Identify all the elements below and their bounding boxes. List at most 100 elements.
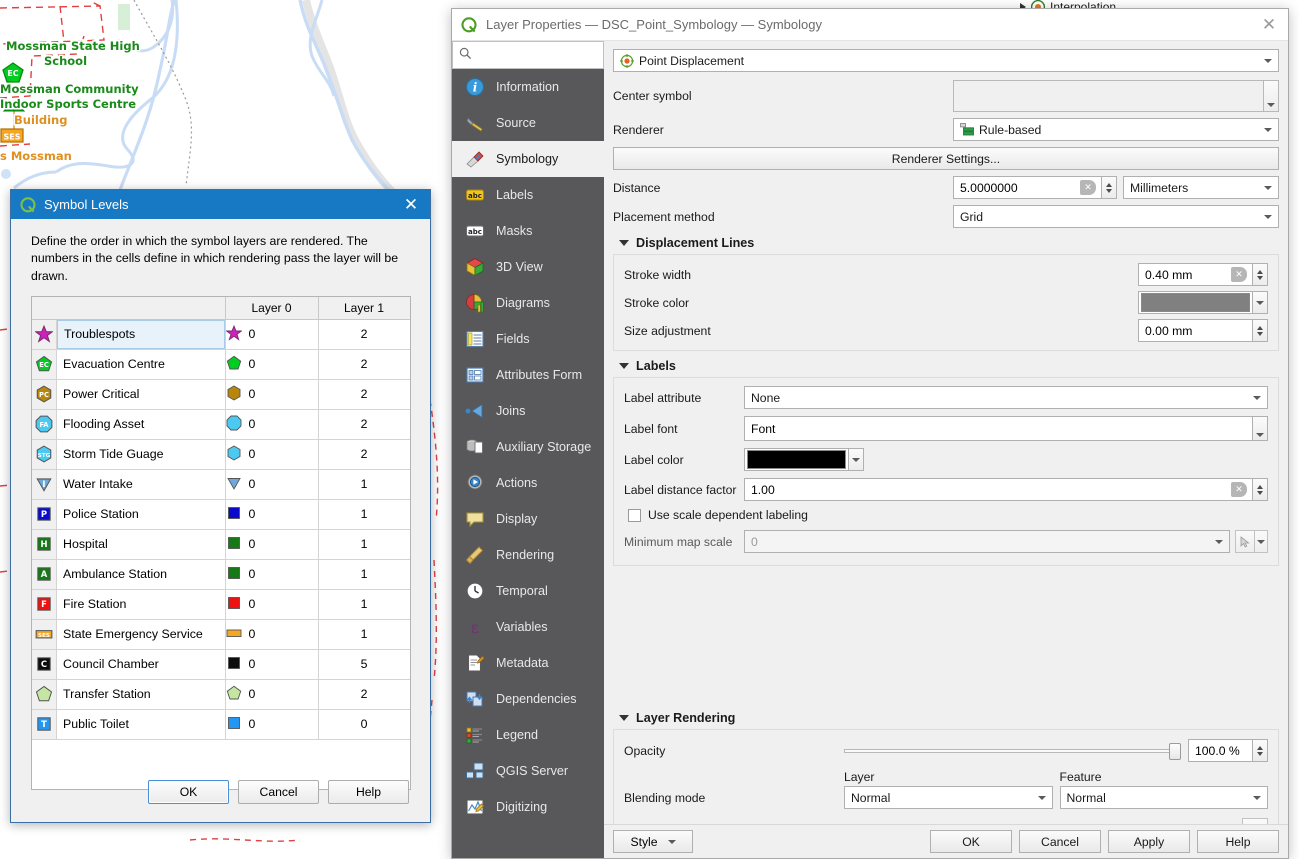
layer-rendering-group-header[interactable]: Layer Rendering	[619, 711, 1279, 725]
table-row[interactable]: F Fire Station 0 1	[32, 589, 410, 620]
size-adjustment-stepper[interactable]	[1253, 319, 1268, 342]
opacity-stepper[interactable]	[1253, 739, 1268, 762]
symbol-name-cell[interactable]: EC Evacuation Centre	[32, 349, 226, 380]
close-icon[interactable]: ✕	[1254, 11, 1284, 39]
stroke-color-dropdown[interactable]	[1253, 291, 1268, 314]
layer1-cell[interactable]: 2	[318, 409, 410, 440]
sidebar-item-digitizing[interactable]: Digitizing	[452, 789, 604, 825]
labels-group-header[interactable]: Labels	[619, 359, 1279, 373]
symbol-levels-help-button[interactable]: Help	[328, 780, 409, 804]
symbol-name-cell[interactable]: H Hospital	[32, 529, 226, 560]
label-attribute-combo[interactable]: None	[744, 386, 1268, 409]
sidebar-item-symbology[interactable]: Symbology	[452, 141, 604, 177]
scale-options-dropdown[interactable]	[1255, 530, 1268, 553]
sidebar-item-metadata[interactable]: Metadata	[452, 645, 604, 681]
table-row[interactable]: FA Flooding Asset 0 2	[32, 409, 410, 440]
clear-icon[interactable]: ✕	[1231, 267, 1247, 282]
layer1-cell[interactable]: 5	[318, 649, 410, 680]
sidebar-item-diagrams[interactable]: Diagrams	[452, 285, 604, 321]
sidebar-item-labels[interactable]: abc Labels	[452, 177, 604, 213]
symbol-name-cell[interactable]: P Police Station	[32, 499, 226, 530]
layer0-cell[interactable]: 0	[225, 409, 319, 440]
symbol-name-cell[interactable]: T Public Toilet	[32, 709, 226, 740]
symbol-name-cell[interactable]: C Council Chamber	[32, 649, 226, 680]
label-color-button[interactable]	[744, 448, 849, 471]
symbol-levels-cancel-button[interactable]: Cancel	[238, 780, 319, 804]
layer1-cell[interactable]: 1	[318, 529, 410, 560]
sidebar-item-display[interactable]: Display	[452, 501, 604, 537]
table-row[interactable]: H Hospital 0 1	[32, 529, 410, 560]
clear-icon[interactable]: ✕	[1080, 180, 1096, 195]
sidebar-item-qgis-server[interactable]: QGIS Server	[452, 753, 604, 789]
table-row[interactable]: T Public Toilet 0 0	[32, 709, 410, 740]
blend-layer-combo[interactable]: Normal	[844, 786, 1053, 809]
table-row[interactable]: I Water Intake 0 1	[32, 469, 410, 500]
stroke-width-input[interactable]: 0.40 mm ✕	[1138, 263, 1253, 286]
layer1-cell[interactable]: 2	[318, 439, 410, 470]
table-row[interactable]: C Council Chamber 0 5	[32, 649, 410, 680]
layer0-cell[interactable]: 0	[225, 379, 319, 410]
sidebar-item-information[interactable]: i Information	[452, 69, 604, 105]
table-row[interactable]: Transfer Station 0 2	[32, 679, 410, 710]
label-color-dropdown[interactable]	[849, 448, 864, 471]
draw-effects-settings-icon[interactable]	[1242, 818, 1268, 824]
layer1-cell[interactable]: 1	[318, 499, 410, 530]
min-map-scale-combo[interactable]: 0	[744, 530, 1230, 553]
sidebar-item-masks[interactable]: abc Masks	[452, 213, 604, 249]
label-font-input[interactable]: Font	[744, 416, 1253, 441]
symbol-name-cell[interactable]: Transfer Station	[32, 679, 226, 710]
placement-method-combo[interactable]: Grid	[953, 205, 1279, 228]
layer1-cell[interactable]: 2	[318, 379, 410, 410]
blend-feature-combo[interactable]: Normal	[1059, 786, 1268, 809]
opacity-input[interactable]: 100.0 %	[1188, 739, 1253, 762]
layer1-cell[interactable]: 1	[318, 469, 410, 500]
layer1-cell[interactable]: 2	[318, 679, 410, 710]
layer0-cell[interactable]: 0	[225, 439, 319, 470]
layer1-cell[interactable]: 2	[318, 319, 410, 350]
layer1-cell[interactable]: 1	[318, 619, 410, 650]
layer0-cell[interactable]: 0	[225, 589, 319, 620]
style-button[interactable]: Style	[613, 830, 693, 853]
layer1-cell[interactable]: 1	[318, 559, 410, 590]
opacity-slider-handle[interactable]	[1169, 742, 1181, 760]
layer0-cell[interactable]: 0	[225, 469, 319, 500]
set-from-canvas-icon[interactable]	[1235, 530, 1255, 553]
table-column-header[interactable]: Layer 0	[225, 297, 319, 320]
sidebar-item-actions[interactable]: Actions	[452, 465, 604, 501]
size-adjustment-input[interactable]: 0.00 mm	[1138, 319, 1253, 342]
layer0-cell[interactable]: 0	[225, 679, 319, 710]
symbol-name-cell[interactable]: I Water Intake	[32, 469, 226, 500]
label-distance-input[interactable]: 1.00 ✕	[744, 478, 1253, 501]
stroke-width-stepper[interactable]	[1253, 263, 1268, 286]
symbol-levels-ok-button[interactable]: OK	[148, 780, 229, 804]
table-row[interactable]: A Ambulance Station 0 1	[32, 559, 410, 590]
layer-properties-cancel-button[interactable]: Cancel	[1019, 830, 1101, 853]
layer1-cell[interactable]: 2	[318, 349, 410, 380]
layer0-cell[interactable]: 0	[225, 619, 319, 650]
label-font-dropdown[interactable]	[1253, 416, 1268, 441]
layer-properties-apply-button[interactable]: Apply	[1108, 830, 1190, 853]
table-row[interactable]: SES State Emergency Service 0 1	[32, 619, 410, 650]
scale-dependent-row[interactable]: Use scale dependent labeling	[628, 508, 1268, 522]
layer-properties-ok-button[interactable]: OK	[930, 830, 1012, 853]
symbol-name-cell[interactable]: F Fire Station	[32, 589, 226, 620]
renderer-settings-button[interactable]: Renderer Settings...	[613, 147, 1279, 170]
layer0-cell[interactable]: 0	[225, 349, 319, 380]
renderer-combo[interactable]: Rule-based	[953, 118, 1279, 141]
layer-properties-help-button[interactable]: Help	[1197, 830, 1279, 853]
scale-dependent-checkbox[interactable]	[628, 508, 641, 522]
sidebar-item-variables[interactable]: ε Variables	[452, 609, 604, 645]
center-symbol-preview[interactable]	[953, 80, 1264, 112]
distance-input[interactable]: 5.0000000 ✕	[953, 176, 1102, 199]
distance-unit-combo[interactable]: Millimeters	[1123, 176, 1279, 199]
symbol-name-cell[interactable]: SES State Emergency Service	[32, 619, 226, 650]
stroke-color-button[interactable]	[1138, 291, 1253, 314]
table-column-header[interactable]	[32, 297, 226, 320]
sidebar-item-dependencies[interactable]: Dependencies	[452, 681, 604, 717]
label-distance-stepper[interactable]	[1253, 478, 1268, 501]
table-row[interactable]: P Police Station 0 1	[32, 499, 410, 530]
table-row[interactable]: PC Power Critical 0 2	[32, 379, 410, 410]
table-row[interactable]: Troublespots 0 2	[32, 319, 410, 350]
clear-icon[interactable]: ✕	[1231, 482, 1247, 497]
center-symbol-dropdown-button[interactable]	[1264, 80, 1279, 112]
